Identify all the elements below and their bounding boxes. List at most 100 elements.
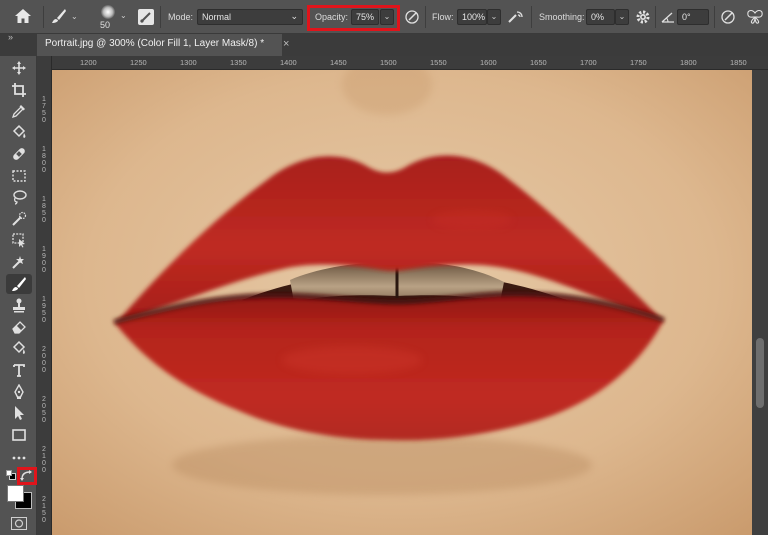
rectangle-icon (12, 429, 26, 441)
angle-icon (661, 12, 674, 23)
ruler-tick-label: 1400 (280, 58, 297, 67)
gradient-icon (12, 340, 26, 354)
gear-icon (636, 10, 650, 24)
separator (160, 6, 161, 28)
healing-brush-tool-button[interactable] (6, 144, 32, 164)
close-tab-button[interactable]: × (283, 38, 289, 50)
eraser-icon (12, 321, 26, 334)
brush-settings-icon (140, 12, 151, 23)
crop-tool-button[interactable] (6, 80, 32, 100)
document-tab-bar: Portrait.jpg @ 300% (Color Fill 1, Layer… (0, 34, 768, 56)
bandage-icon (13, 148, 25, 160)
paint-bucket-icon (12, 124, 26, 138)
ruler-tick-label: 1900 (42, 246, 46, 274)
flow-field[interactable]: 100% (457, 9, 487, 25)
symmetry-button[interactable] (746, 9, 764, 25)
home-icon (15, 9, 31, 23)
object-selection-icon (12, 233, 25, 248)
smoothing-dropdown[interactable]: ⌄ (615, 9, 629, 25)
pressure-size-button[interactable] (720, 9, 736, 25)
smoothing-label: Smoothing: (539, 12, 585, 22)
move-tool-button[interactable] (6, 58, 32, 78)
smoothing-field[interactable]: 0% (586, 9, 615, 25)
swap-colors-highlight-box (17, 467, 37, 485)
vertical-ruler[interactable]: 1750 1800 1850 1900 1950 2000 2050 2100 2150 (37, 56, 52, 535)
quick-mask-icon (11, 517, 27, 530)
gradient-tool-button[interactable] (6, 338, 32, 358)
foreground-color-swatch[interactable] (7, 485, 24, 502)
smoothing-value: 0% (591, 12, 605, 22)
arrow-cursor-icon (15, 406, 24, 420)
butterfly-icon (747, 10, 763, 24)
more-icon (12, 456, 26, 460)
brush-tool-button[interactable] (6, 274, 32, 294)
color-replacement-tool-button[interactable] (6, 252, 32, 272)
chevron-down-icon: ⌄ (490, 12, 498, 21)
rectangle-tool-button[interactable] (6, 425, 32, 445)
quick-mask-button[interactable] (11, 517, 27, 530)
ruler-tick-label: 2150 (42, 496, 46, 524)
document-canvas[interactable] (52, 70, 752, 535)
mode-select[interactable]: Normal ⌄ (197, 9, 303, 25)
eyedropper-tool-button[interactable] (6, 101, 32, 121)
horizontal-ruler[interactable]: 1200 1250 1300 1350 1400 1450 1500 1550 1600 1650… (52, 56, 768, 70)
lips-photo (52, 70, 752, 535)
pen-tool-button[interactable] (6, 382, 32, 402)
lasso-tool-button[interactable] (6, 187, 32, 207)
separator (43, 6, 44, 28)
default-colors-button[interactable] (6, 470, 16, 480)
crop-icon (12, 83, 26, 97)
scrollbar-thumb[interactable] (756, 338, 764, 408)
document-tab[interactable]: Portrait.jpg @ 300% (Color Fill 1, Layer… (37, 34, 282, 56)
path-selection-tool-button[interactable] (6, 403, 32, 423)
collapse-panels-icon[interactable]: » (8, 32, 13, 42)
home-button[interactable] (14, 8, 36, 28)
flow-dropdown[interactable]: ⌄ (487, 9, 501, 25)
ruler-tick-label: 2050 (42, 396, 46, 424)
opacity-highlight-box (307, 5, 400, 31)
brush-preset-picker[interactable]: 50 ⌄ (94, 3, 130, 31)
clone-stamp-tool-button[interactable] (6, 295, 32, 315)
smoothing-settings-button[interactable] (635, 9, 651, 25)
type-tool-button[interactable] (6, 360, 32, 380)
ruler-tick-label: 1800 (680, 58, 697, 67)
flow-value: 100% (462, 12, 486, 22)
flow-label: Flow: (432, 12, 454, 22)
object-selection-tool-button[interactable] (6, 230, 32, 250)
type-icon (13, 364, 25, 377)
ruler-tick-label: 1200 (80, 58, 97, 67)
pressure-pen-icon (721, 10, 735, 24)
eraser-tool-button[interactable] (6, 317, 32, 337)
more-tools-button[interactable] (6, 448, 32, 468)
ruler-tick-label: 1300 (180, 58, 197, 67)
separator (425, 6, 426, 28)
default-colors-icon (6, 470, 16, 480)
quick-selection-tool-button[interactable] (6, 209, 32, 229)
marquee-tool-button[interactable] (6, 166, 32, 186)
pressure-pen-icon (405, 10, 419, 24)
tools-panel (0, 56, 37, 535)
brush-icon (12, 277, 26, 291)
brush-preview-icon (101, 5, 115, 19)
tool-preset-picker[interactable]: ⌄ (51, 8, 81, 28)
brush-settings-button[interactable] (138, 9, 154, 25)
ruler-tick-label: 1750 (42, 96, 46, 124)
options-bar: ⌄ 50 ⌄ Mode: Normal ⌄ Opacity: 75% ⌄ Flo… (0, 0, 768, 34)
vertical-scrollbar[interactable] (752, 70, 768, 535)
ruler-tick-label: 2100 (42, 446, 46, 474)
airbrush-icon (508, 11, 523, 23)
airbrush-button[interactable] (507, 9, 525, 25)
pressure-opacity-button[interactable] (404, 9, 420, 25)
ruler-tick-label: 1550 (430, 58, 447, 67)
brush-size-value: 50 (100, 20, 111, 30)
paint-bucket-tool-button[interactable] (6, 122, 32, 142)
angle-field[interactable]: 0° (677, 9, 709, 25)
chevron-down-icon: ⌄ (71, 12, 78, 21)
ruler-tick-label: 1850 (730, 58, 747, 67)
ruler-tick-label: 1700 (580, 58, 597, 67)
chevron-down-icon: ⌄ (120, 11, 127, 20)
ruler-tick-label: 1650 (530, 58, 547, 67)
stamp-icon (13, 298, 25, 313)
ruler-tick-label: 1950 (42, 296, 46, 324)
chevron-down-icon: ⌄ (290, 11, 298, 21)
